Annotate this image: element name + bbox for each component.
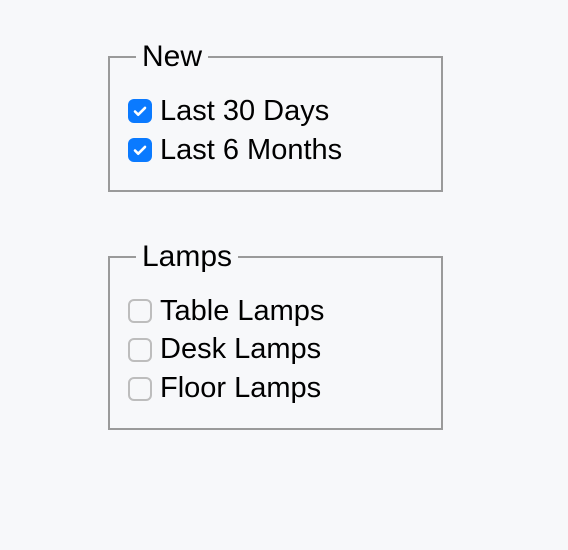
checkbox-row[interactable]: Floor Lamps — [128, 371, 423, 406]
checkbox-label: Desk Lamps — [160, 332, 321, 367]
checkbox-label: Table Lamps — [160, 294, 324, 329]
checkbox-row[interactable]: Table Lamps — [128, 294, 423, 329]
checkbox-row[interactable]: Last 30 Days — [128, 94, 423, 129]
checkmark-icon — [132, 142, 148, 158]
checkbox-row[interactable]: Desk Lamps — [128, 332, 423, 367]
filter-group-lamps: Lamps Table Lamps Desk Lamps Floor Lamps — [108, 240, 443, 430]
filter-group-legend: New — [136, 40, 208, 74]
filter-group-new: New Last 30 Days Last 6 Months — [108, 40, 443, 192]
checkbox-label: Last 30 Days — [160, 94, 329, 129]
checkbox-checked[interactable] — [128, 138, 152, 162]
checkbox-unchecked[interactable] — [128, 338, 152, 362]
checkbox-checked[interactable] — [128, 99, 152, 123]
checkbox-label: Floor Lamps — [160, 371, 321, 406]
checkbox-unchecked[interactable] — [128, 377, 152, 401]
checkbox-unchecked[interactable] — [128, 299, 152, 323]
checkbox-label: Last 6 Months — [160, 133, 342, 168]
checkbox-row[interactable]: Last 6 Months — [128, 133, 423, 168]
filter-group-legend: Lamps — [136, 240, 238, 274]
checkmark-icon — [132, 103, 148, 119]
